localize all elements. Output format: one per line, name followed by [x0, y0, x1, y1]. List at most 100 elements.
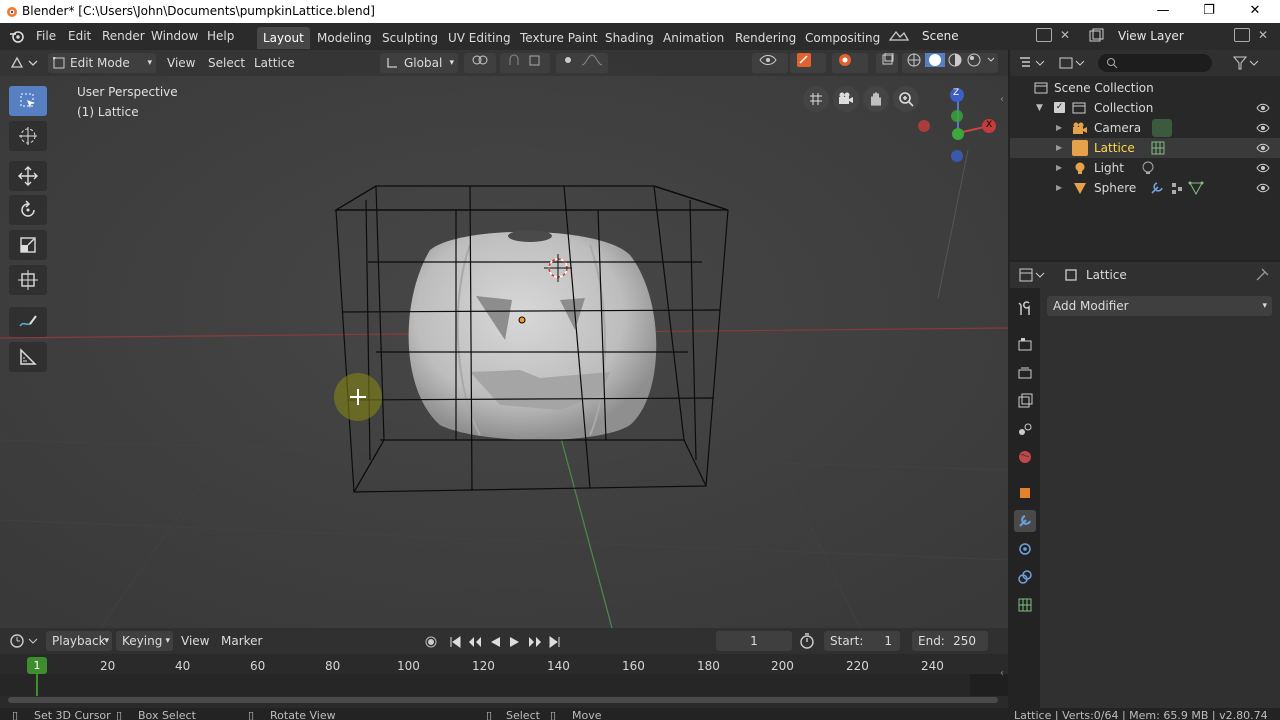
lattice-data-icon[interactable]: [1150, 141, 1166, 155]
scene-selector-icon[interactable]: [888, 28, 912, 44]
eye-icon[interactable]: [1256, 142, 1270, 154]
camera-view-button[interactable]: [833, 86, 859, 112]
gizmo-toggle-button[interactable]: [790, 53, 826, 73]
outliner-search-input[interactable]: [1098, 54, 1212, 72]
eye-icon[interactable]: [1256, 122, 1270, 134]
timeline-sidebar-toggle-icon[interactable]: ‹: [1000, 668, 1004, 679]
tab-view-layer[interactable]: [1014, 390, 1036, 412]
expand-arrow-icon[interactable]: ▶: [1056, 158, 1062, 178]
timeline-scrollbar[interactable]: [8, 697, 998, 703]
tab-shading[interactable]: Shading: [599, 27, 660, 49]
expand-arrow-icon[interactable]: ▼: [1036, 98, 1043, 118]
viewport-menu-lattice[interactable]: Lattice: [254, 56, 295, 70]
outliner-row-lattice[interactable]: ▶ Lattice: [1010, 138, 1280, 158]
tab-output[interactable]: [1014, 362, 1036, 384]
transform-orientation-dropdown[interactable]: Global ▾: [380, 53, 458, 73]
properties-editor-icon[interactable]: [1018, 267, 1048, 283]
new-scene-icon[interactable]: [1036, 28, 1052, 42]
view-layer-icon[interactable]: [1088, 28, 1110, 44]
viewport-menu-view[interactable]: View: [167, 56, 195, 70]
measure-tool[interactable]: [9, 342, 47, 372]
3d-viewport[interactable]: Z X Edit Mode ▾ View Select Lattice Glob…: [0, 50, 1008, 628]
tab-object[interactable]: [1014, 482, 1036, 504]
eye-icon[interactable]: [1256, 102, 1270, 114]
outliner-editor-icon[interactable]: [1018, 55, 1048, 71]
eye-icon[interactable]: [1256, 162, 1270, 174]
outliner-row-camera[interactable]: ▶ Camera: [1010, 118, 1280, 138]
viewport-scene[interactable]: [0, 50, 1008, 628]
object-visibility-button[interactable]: [752, 53, 788, 73]
zoom-view-button[interactable]: [893, 86, 919, 112]
camera-data-icon[interactable]: [1152, 119, 1172, 137]
timeline-editor-icon[interactable]: [9, 633, 41, 649]
outliner-row-light[interactable]: ▶ Light: [1010, 158, 1280, 178]
play-reverse-button[interactable]: [486, 634, 504, 650]
rotate-tool[interactable]: [9, 195, 47, 225]
jump-start-button[interactable]: [446, 634, 464, 650]
filter-icon[interactable]: [1232, 55, 1262, 71]
expand-arrow-icon[interactable]: ▶: [1056, 178, 1062, 198]
delete-scene-icon[interactable]: ✕: [1060, 28, 1074, 42]
tab-animation[interactable]: Animation: [657, 27, 730, 49]
playback-dropdown[interactable]: Playback ▾: [46, 631, 112, 651]
prev-keyframe-button[interactable]: [466, 634, 484, 650]
add-modifier-dropdown[interactable]: Add Modifier ▾: [1047, 296, 1272, 316]
tab-sculpting[interactable]: Sculpting: [376, 27, 444, 49]
tab-layout[interactable]: Layout: [257, 27, 310, 49]
outliner-row-collection[interactable]: ▼ ✓ Collection: [1010, 98, 1280, 118]
tab-modeling[interactable]: Modeling: [311, 27, 378, 49]
tab-texture-paint[interactable]: Texture Paint: [514, 27, 603, 49]
view-layer-name[interactable]: View Layer: [1118, 29, 1184, 43]
play-button[interactable]: [506, 634, 524, 650]
shading-mode-group[interactable]: [902, 50, 998, 73]
tab-compositing[interactable]: Compositing: [799, 27, 886, 49]
display-mode-icon[interactable]: [1058, 55, 1088, 71]
select-box-tool[interactable]: [9, 86, 47, 116]
menu-render[interactable]: Render: [102, 29, 145, 43]
close-button[interactable]: ✕: [1232, 0, 1278, 23]
timeline-menu-view[interactable]: View: [181, 634, 209, 648]
overlays-button[interactable]: [832, 53, 868, 73]
eye-icon[interactable]: [1256, 182, 1270, 194]
next-keyframe-button[interactable]: [526, 634, 544, 650]
pin-icon[interactable]: [1255, 268, 1269, 282]
delete-view-layer-icon[interactable]: ✕: [1258, 28, 1272, 42]
menu-edit[interactable]: Edit: [68, 29, 91, 43]
editor-type-icon[interactable]: [9, 55, 41, 71]
timeline-menu-marker[interactable]: Marker: [221, 634, 262, 648]
annotate-tool[interactable]: [9, 307, 47, 337]
tab-rendering[interactable]: Rendering: [729, 27, 802, 49]
expand-arrow-icon[interactable]: ▶: [1056, 118, 1062, 138]
proportional-edit-button[interactable]: [556, 53, 608, 73]
scene-name[interactable]: Scene: [922, 29, 959, 43]
tab-tool[interactable]: [1014, 298, 1036, 320]
blender-menu-icon[interactable]: [9, 29, 25, 43]
tab-physics[interactable]: [1014, 538, 1036, 560]
sphere-data-icons[interactable]: [1150, 181, 1220, 195]
outliner-row-scene-collection[interactable]: Scene Collection: [1010, 78, 1280, 98]
tab-uv-editing[interactable]: UV Editing: [442, 27, 517, 49]
tab-object-data[interactable]: [1014, 594, 1036, 616]
timeline-ruler[interactable]: 1 20 40 60 80 100 120 140 160 180 200 22…: [0, 654, 1008, 674]
pan-view-button[interactable]: [863, 86, 889, 112]
toggle-ortho-button[interactable]: [803, 86, 829, 112]
light-data-icon[interactable]: [1141, 161, 1155, 175]
sidebar-toggle-icon[interactable]: ‹: [1000, 94, 1004, 105]
end-frame-field[interactable]: End: 250: [912, 631, 988, 651]
timeline-frames-area[interactable]: [0, 674, 1008, 696]
current-frame-field[interactable]: 1: [716, 631, 792, 651]
xray-button[interactable]: [876, 52, 898, 73]
scale-tool[interactable]: [9, 230, 47, 260]
record-button[interactable]: [422, 634, 440, 650]
tab-modifiers[interactable]: [1014, 510, 1036, 532]
checkbox-icon[interactable]: ✓: [1054, 102, 1065, 113]
menu-file[interactable]: File: [36, 29, 56, 43]
outliner-row-sphere[interactable]: ▶ Sphere: [1010, 178, 1280, 198]
keying-dropdown[interactable]: Keying ▾: [116, 631, 173, 651]
current-frame-marker[interactable]: 1: [27, 657, 47, 674]
minimize-button[interactable]: —: [1140, 0, 1186, 23]
viewport-menu-select[interactable]: Select: [208, 56, 245, 70]
tab-render[interactable]: [1014, 334, 1036, 356]
move-tool[interactable]: [9, 161, 47, 191]
jump-end-button[interactable]: [546, 634, 564, 650]
